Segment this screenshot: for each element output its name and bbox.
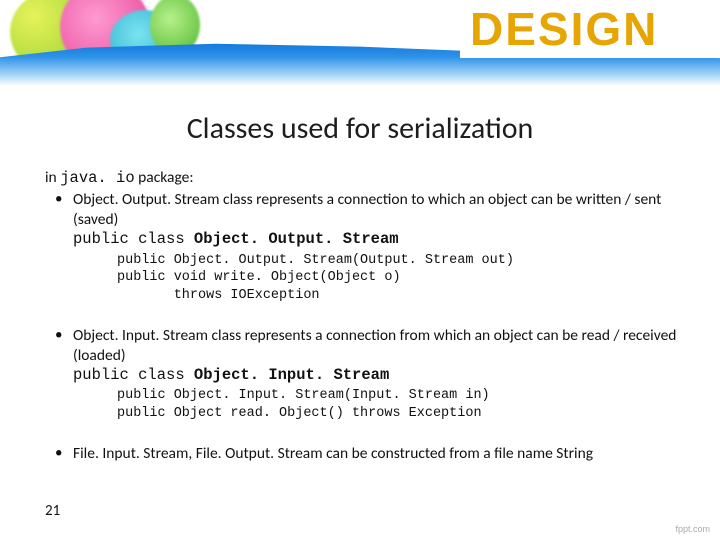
output-stream-code: public Object. Output. Stream(Output. St…	[117, 252, 685, 305]
design-logo: DESIGN	[460, 0, 720, 58]
bullet-file-streams: File. Input. Stream, File. Output. Strea…	[45, 444, 685, 463]
footer-credit: fppt.com	[675, 524, 710, 534]
decl-prefix: public class	[73, 230, 194, 248]
intro-prefix: in	[45, 168, 60, 187]
bullet-input-stream: Object. Input. Stream class represents a…	[45, 326, 685, 365]
input-stream-code: public Object. Input. Stream(Input. Stre…	[117, 387, 685, 422]
intro-line: in java. io package:	[45, 168, 685, 188]
decl-class: Object. Output. Stream	[194, 230, 399, 248]
design-logo-text: DESIGN	[470, 2, 658, 56]
intro-suffix: package:	[135, 168, 194, 187]
output-stream-decl: public class Object. Output. Stream	[73, 230, 685, 249]
slide-content: in java. io package: Object. Output. Str…	[45, 168, 685, 486]
decl-prefix-2: public class	[73, 366, 194, 384]
bullet3-text: File. Input. Stream, File. Output. Strea…	[73, 444, 593, 463]
slide-banner: DESIGN	[0, 0, 720, 90]
slide-title: Classes used for serialization	[0, 110, 720, 147]
bullet2-text: Object. Input. Stream class represents a…	[73, 326, 676, 364]
intro-package: java. io	[60, 169, 134, 187]
input-stream-decl: public class Object. Input. Stream	[73, 366, 685, 385]
bullet1-text: Object. Output. Stream class represents …	[73, 190, 661, 228]
bullet-output-stream: Object. Output. Stream class represents …	[45, 190, 685, 229]
decl-class-2: Object. Input. Stream	[194, 366, 389, 384]
page-number: 21	[45, 502, 60, 520]
